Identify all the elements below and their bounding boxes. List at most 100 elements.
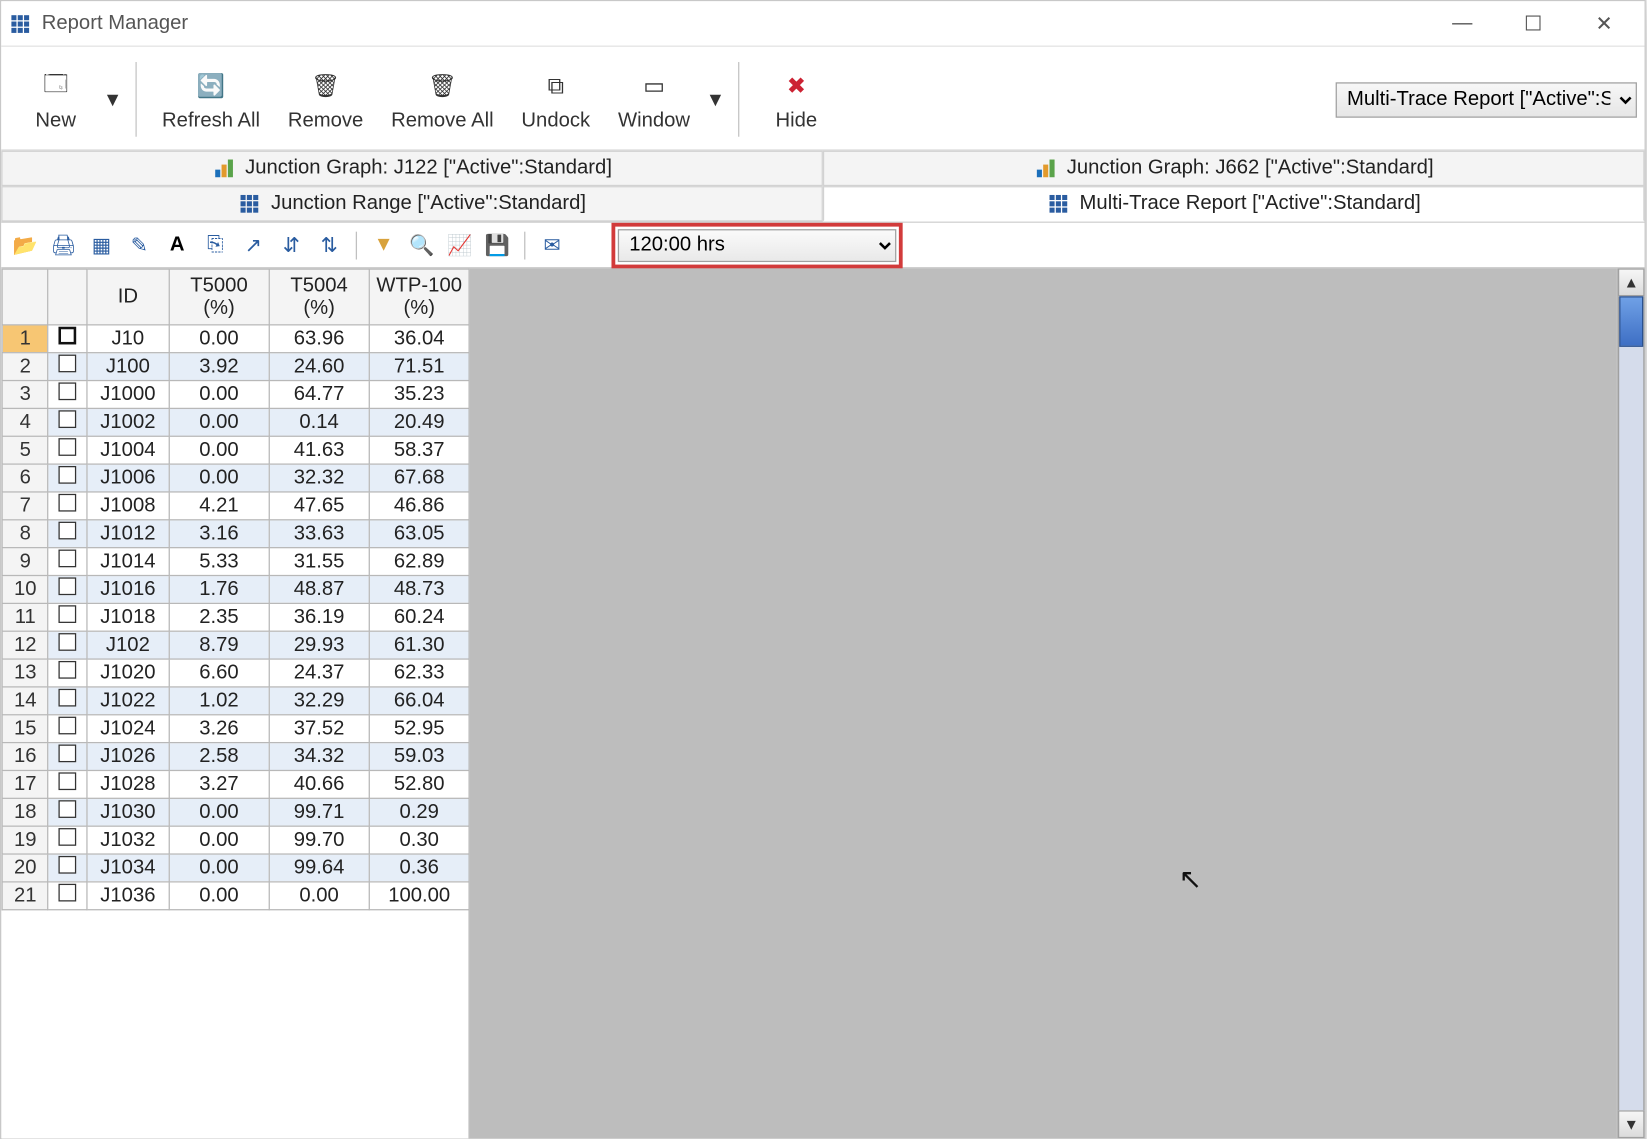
- remove-button[interactable]: 🗑 Remove: [275, 54, 376, 145]
- table-row[interactable]: 15J10243.2637.5252.95: [2, 715, 469, 743]
- chart-icon[interactable]: 📈: [443, 229, 476, 262]
- row-number[interactable]: 5: [2, 436, 48, 464]
- table-row[interactable]: 18J10300.0099.710.29: [2, 798, 469, 826]
- table-row[interactable]: 3J10000.0064.7735.23: [2, 380, 469, 408]
- table-row[interactable]: 10J10161.7648.8748.73: [2, 575, 469, 603]
- row-checkbox[interactable]: [48, 882, 86, 910]
- table-row[interactable]: 5J10040.0041.6358.37: [2, 436, 469, 464]
- open-icon[interactable]: 📂: [9, 229, 42, 262]
- close-button[interactable]: ✕: [1569, 1, 1640, 47]
- time-select[interactable]: 120:00 hrs: [618, 229, 897, 262]
- tab-junction-graph-j662[interactable]: Junction Graph: J662 ["Active":Standard]: [823, 151, 1645, 186]
- row-number[interactable]: 15: [2, 715, 48, 743]
- row-checkbox[interactable]: [48, 575, 86, 603]
- row-number[interactable]: 3: [2, 380, 48, 408]
- new-button[interactable]: 🗔 New: [11, 54, 100, 145]
- row-checkbox[interactable]: [48, 826, 86, 854]
- minimize-button[interactable]: —: [1427, 1, 1498, 47]
- row-checkbox[interactable]: [48, 659, 86, 687]
- row-number[interactable]: 13: [2, 659, 48, 687]
- tab-multi-trace-report[interactable]: Multi-Trace Report ["Active":Standard]: [823, 186, 1645, 221]
- scroll-up-button[interactable]: ▲: [1618, 268, 1645, 296]
- row-number[interactable]: 8: [2, 520, 48, 548]
- row-checkbox[interactable]: [48, 798, 86, 826]
- column-header-t5004[interactable]: T5004(%): [269, 269, 369, 325]
- font-icon[interactable]: A: [161, 229, 194, 262]
- column-header-id[interactable]: ID: [87, 269, 169, 325]
- tab-junction-graph-j122[interactable]: Junction Graph: J122 ["Active":Standard]: [1, 151, 823, 186]
- row-number[interactable]: 18: [2, 798, 48, 826]
- tab-junction-range[interactable]: Junction Range ["Active":Standard]: [1, 186, 823, 221]
- row-checkbox[interactable]: [48, 743, 86, 771]
- table-row[interactable]: 20J10340.0099.640.36: [2, 854, 469, 882]
- row-number[interactable]: 19: [2, 826, 48, 854]
- table-row[interactable]: 12J1028.7929.9361.30: [2, 631, 469, 659]
- row-checkbox[interactable]: [48, 631, 86, 659]
- table-row[interactable]: 14J10221.0232.2966.04: [2, 687, 469, 715]
- row-checkbox[interactable]: [48, 492, 86, 520]
- refresh-all-button[interactable]: 🔄 Refresh All: [149, 54, 272, 145]
- row-number[interactable]: 14: [2, 687, 48, 715]
- row-number[interactable]: 6: [2, 464, 48, 492]
- columns-icon[interactable]: ▦: [85, 229, 118, 262]
- find-icon[interactable]: 🔍: [405, 229, 438, 262]
- table-row[interactable]: 17J10283.2740.6652.80: [2, 770, 469, 798]
- print-icon[interactable]: 🖨: [47, 229, 80, 262]
- filter-icon[interactable]: ▼: [367, 229, 400, 262]
- select-all-corner[interactable]: [2, 269, 48, 325]
- row-number[interactable]: 11: [2, 603, 48, 631]
- row-checkbox[interactable]: [48, 408, 86, 436]
- table-row[interactable]: 9J10145.3331.5562.89: [2, 548, 469, 576]
- row-number[interactable]: 12: [2, 631, 48, 659]
- mail-icon[interactable]: ✉: [536, 229, 569, 262]
- row-checkbox[interactable]: [48, 854, 86, 882]
- row-number[interactable]: 21: [2, 882, 48, 910]
- checkbox-column-header[interactable]: [48, 269, 86, 325]
- scroll-track[interactable]: [1618, 296, 1645, 1110]
- row-checkbox[interactable]: [48, 353, 86, 381]
- table-row[interactable]: 8J10123.1633.6363.05: [2, 520, 469, 548]
- row-number[interactable]: 2: [2, 353, 48, 381]
- row-number[interactable]: 9: [2, 548, 48, 576]
- hide-button[interactable]: ✖ Hide: [752, 54, 841, 145]
- table-row[interactable]: 7J10084.2147.6546.86: [2, 492, 469, 520]
- table-row[interactable]: 13J10206.6024.3762.33: [2, 659, 469, 687]
- vertical-scrollbar[interactable]: ▲ ▼: [1617, 268, 1645, 1138]
- table-row[interactable]: 2J1003.9224.6071.51: [2, 353, 469, 381]
- row-checkbox[interactable]: [48, 770, 86, 798]
- edit-icon[interactable]: ✎: [123, 229, 156, 262]
- scroll-down-button[interactable]: ▼: [1618, 1110, 1645, 1138]
- column-header-wtp100[interactable]: WTP-100(%): [369, 269, 469, 325]
- row-checkbox[interactable]: [48, 715, 86, 743]
- new-dropdown[interactable]: ▾: [103, 54, 123, 145]
- row-checkbox[interactable]: [48, 436, 86, 464]
- column-header-t5000[interactable]: T5000(%): [169, 269, 269, 325]
- row-checkbox[interactable]: [48, 687, 86, 715]
- row-checkbox[interactable]: [48, 464, 86, 492]
- copy-icon[interactable]: ⎘: [199, 229, 232, 262]
- row-number[interactable]: 4: [2, 408, 48, 436]
- scroll-thumb[interactable]: [1619, 296, 1643, 347]
- row-number[interactable]: 16: [2, 743, 48, 771]
- row-number[interactable]: 20: [2, 854, 48, 882]
- row-checkbox[interactable]: [48, 548, 86, 576]
- undock-button[interactable]: ⧉ Undock: [509, 54, 603, 145]
- row-checkbox[interactable]: [48, 380, 86, 408]
- table-row[interactable]: 19J10320.0099.700.30: [2, 826, 469, 854]
- row-number[interactable]: 10: [2, 575, 48, 603]
- report-type-select[interactable]: Multi-Trace Report ["Active":Sta: [1336, 82, 1637, 117]
- save-icon[interactable]: 💾: [481, 229, 514, 262]
- row-checkbox[interactable]: [48, 603, 86, 631]
- row-number[interactable]: 1: [2, 325, 48, 353]
- table-row[interactable]: 1J100.0063.9636.04: [2, 325, 469, 353]
- table-row[interactable]: 6J10060.0032.3267.68: [2, 464, 469, 492]
- sort-desc-icon[interactable]: ⇅: [313, 229, 346, 262]
- table-row[interactable]: 16J10262.5834.3259.03: [2, 743, 469, 771]
- maximize-button[interactable]: ☐: [1498, 1, 1569, 47]
- remove-all-button[interactable]: 🗑 Remove All: [378, 54, 506, 145]
- row-number[interactable]: 7: [2, 492, 48, 520]
- row-number[interactable]: 17: [2, 770, 48, 798]
- export-icon[interactable]: ↗: [237, 229, 270, 262]
- window-dropdown[interactable]: ▾: [705, 54, 725, 145]
- window-button[interactable]: ▭ Window: [605, 54, 702, 145]
